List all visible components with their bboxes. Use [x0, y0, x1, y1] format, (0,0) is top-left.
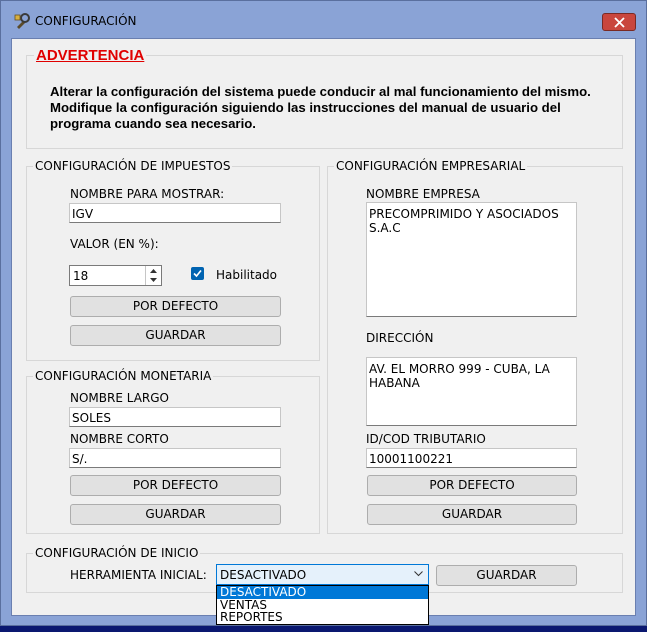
chevron-up-icon[interactable] [146, 266, 161, 275]
long-name-label: NOMBRE LARGO [70, 391, 169, 405]
startup-tool-label: HERRAMIENTA INICIAL: [70, 568, 207, 582]
tax-value: 18 [73, 269, 89, 283]
startup-tool-selected: DESACTIVADO [220, 568, 307, 582]
address-label: DIRECCIÓN [366, 331, 434, 345]
startup-group-title: CONFIGURACIÓN DE INICIO [33, 546, 201, 560]
company-name-label: NOMBRE EMPRESA [366, 187, 480, 201]
company-default-button[interactable]: POR DEFECTO [367, 475, 577, 496]
chevron-down-icon [414, 571, 423, 577]
enabled-label: Habilitado [216, 268, 278, 282]
currency-default-button[interactable]: POR DEFECTO [70, 475, 281, 496]
display-name-input[interactable]: IGV [69, 203, 281, 223]
warning-line: programa cuando sea necesario. [50, 116, 256, 131]
startup-save-button[interactable]: GUARDAR [436, 565, 577, 586]
company-group-title: CONFIGURACIÓN EMPRESARIAL [334, 159, 528, 173]
taxes-default-button[interactable]: POR DEFECTO [70, 296, 281, 317]
company-save-button[interactable]: GUARDAR [367, 504, 577, 525]
short-name-input[interactable]: S/. [69, 448, 281, 468]
enabled-checkbox[interactable] [191, 267, 204, 280]
tax-id-label: ID/COD TRIBUTARIO [366, 432, 486, 446]
long-name-input[interactable]: SOLES [69, 407, 281, 427]
warning-text: Alterar la configuración del sistema pue… [50, 84, 620, 132]
company-name-input[interactable]: PRECOMPRIMIDO Y ASOCIADOS S.A.C [366, 202, 577, 317]
currency-save-button[interactable]: GUARDAR [70, 504, 281, 525]
currency-group-title: CONFIGURACIÓN MONETARIA [33, 369, 214, 383]
tax-id-input[interactable]: 10001100221 [366, 448, 577, 468]
chevron-down-icon[interactable] [146, 276, 161, 285]
tax-value-label: VALOR (EN %): [70, 237, 159, 251]
dropdown-option-desactivado[interactable]: DESACTIVADO [217, 586, 428, 599]
app-icon [14, 13, 30, 29]
short-name-label: NOMBRE CORTO [70, 432, 169, 446]
close-button[interactable] [602, 13, 636, 31]
warning-line: Alterar la configuración del sistema pue… [50, 84, 591, 99]
stepper-arrows [145, 266, 161, 285]
taxes-group-title: CONFIGURACIÓN DE IMPUESTOS [33, 159, 233, 173]
display-name-label: NOMBRE PARA MOSTRAR: [70, 187, 225, 201]
taxes-save-button[interactable]: GUARDAR [70, 325, 281, 346]
startup-tool-dropdown: DESACTIVADO VENTAS REPORTES [216, 585, 429, 625]
address-input[interactable]: AV. EL MORRO 999 - CUBA, LA HABANA [366, 357, 577, 426]
dropdown-option-reportes[interactable]: REPORTES [217, 611, 428, 624]
warning-line: Modifique la configuración siguiendo las… [50, 100, 561, 115]
warning-title: ADVERTENCIA [34, 47, 147, 64]
title-bar[interactable]: CONFIGURACIÓN [1, 1, 646, 39]
tax-value-stepper[interactable]: 18 [69, 265, 162, 286]
window-title: CONFIGURACIÓN [35, 14, 137, 28]
close-icon [614, 17, 625, 28]
check-icon [193, 269, 202, 278]
startup-tool-select[interactable]: DESACTIVADO [216, 564, 429, 585]
